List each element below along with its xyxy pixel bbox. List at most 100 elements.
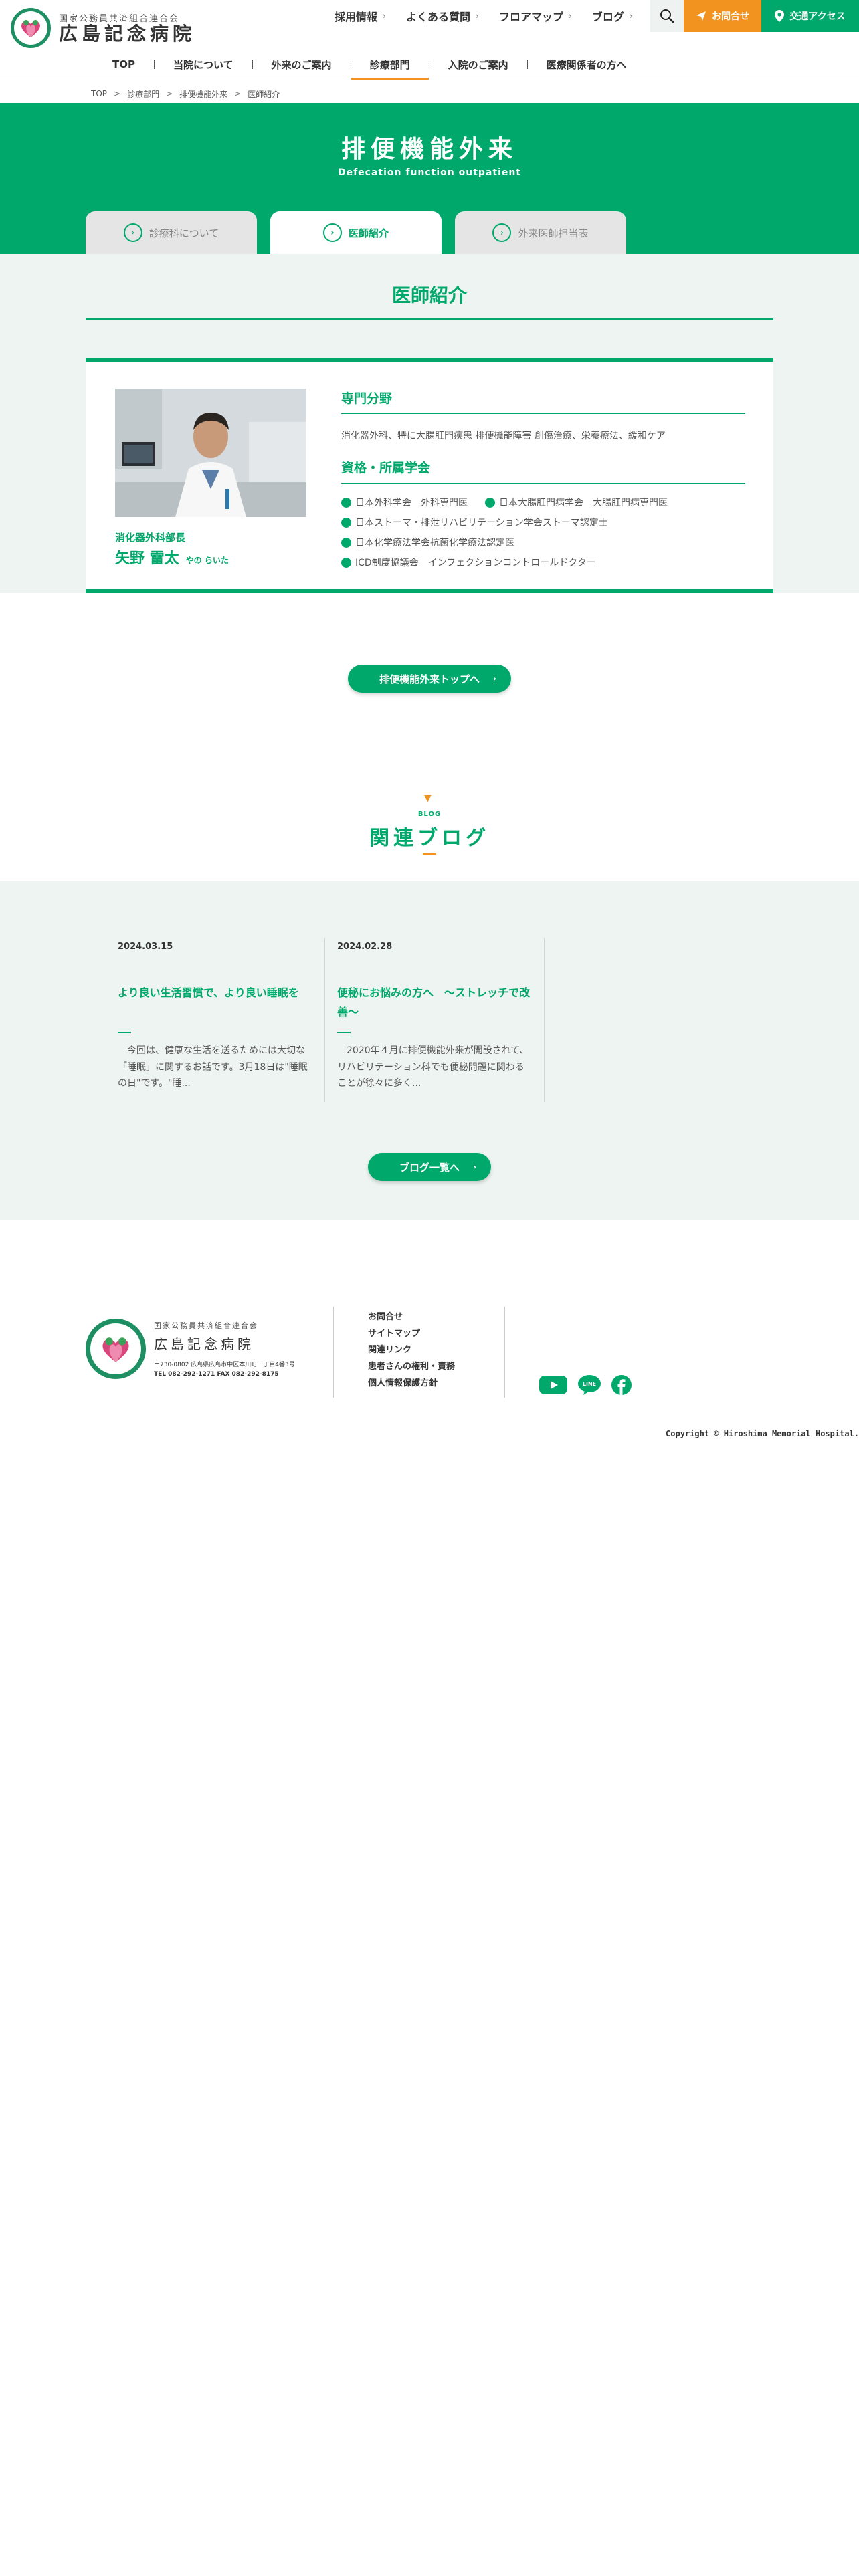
breadcrumb: TOP > 診療部門 > 排便機能外来 > 医師紹介 [91, 86, 280, 102]
access-button[interactable]: 交通アクセス [761, 0, 859, 32]
bullet-dot-icon [341, 537, 351, 548]
specialty-text: 消化器外科、特に大腸肛門疾患 排便機能障害 創傷治療、栄養療法、緩和ケア [341, 431, 666, 441]
page-hero: 排便機能外来 Defecation function outpatient › … [0, 103, 859, 254]
footer-link-sitemap[interactable]: サイトマップ [368, 1326, 455, 1343]
bullet-dot-icon [341, 497, 351, 508]
footer-divider [504, 1307, 505, 1398]
footer-link-contact[interactable]: お問合せ [368, 1309, 455, 1326]
line-icon: LINE [578, 1375, 601, 1395]
nav-medical-staff[interactable]: 医療関係者の方へ [528, 48, 646, 80]
caret-down-icon: ▼ [424, 793, 432, 804]
bullet-dot-icon [341, 557, 351, 568]
line-icon-label: LINE [583, 1381, 596, 1387]
tab-schedule[interactable]: › 外来医師担当表 [455, 211, 626, 254]
breadcrumb-separator: > [166, 89, 173, 98]
qualifications-heading: 資格・所属学会 [341, 458, 745, 484]
top-link-blog[interactable]: ブログ › [592, 8, 633, 24]
breadcrumb-departments[interactable]: 診療部門 [127, 88, 159, 100]
site-header: 国家公務員共済組合連合会 広島記念病院 採用情報 › よくある質問 › フロアマップ… [0, 0, 859, 80]
logo-title: 広島記念病院 [59, 23, 196, 45]
page-title: 排便機能外来 [341, 136, 518, 163]
blog-list: 2024.03.15 より良い生活習慣で、より良い睡眠を 今回は、健康な生活を送… [106, 938, 545, 1102]
paper-plane-icon [696, 11, 706, 21]
social-links: LINE [539, 1375, 642, 1395]
outpatient-top-button[interactable]: 排便機能外来トップへ › [348, 665, 511, 693]
blog-excerpt: 2020年４月に排便機能外来が開設されて、リハビリテーション科でも便秘問題に関わ… [337, 1045, 529, 1089]
chevron-right-icon: › [629, 11, 633, 21]
footer-link-related[interactable]: 関連リンク [368, 1342, 455, 1359]
chevron-right-icon: › [123, 223, 142, 242]
page-tabs: › 診療科について › 医師紹介 › 外来医師担当表 [86, 211, 640, 254]
top-link-floormap[interactable]: フロアマップ › [499, 8, 572, 24]
bullet-dot-icon [341, 517, 351, 528]
search-button[interactable] [650, 0, 684, 32]
doctor-photo [115, 389, 306, 517]
doctor-department: 消化器外科部長 [115, 532, 186, 544]
copyright: Copyright © Hiroshima Memorial Hospital. [666, 1429, 859, 1438]
youtube-icon [539, 1376, 567, 1394]
section-title: 医師紹介 [391, 284, 467, 306]
nav-departments[interactable]: 診療部門 [351, 48, 429, 80]
breadcrumb-defecation[interactable]: 排便機能外来 [179, 88, 227, 100]
chevron-right-icon: › [383, 11, 386, 21]
youtube-link[interactable] [539, 1376, 567, 1394]
list-item: 日本大腸肛門病学会 大腸肛門病専門医 [485, 496, 668, 509]
top-link-faq[interactable]: よくある質問 › [406, 8, 479, 24]
blog-excerpt: 今回は、健康な生活を送るためには大切な「睡眠」に関するお話です。3月18日は"睡… [118, 1045, 308, 1089]
search-icon [660, 9, 674, 23]
global-nav: TOP 当院について 外来のご案内 診療部門 入院のご案内 医療関係者の方へ [94, 48, 646, 80]
list-item: 日本化学療法学会抗菌化学療法認定医 [341, 536, 514, 549]
footer-link-privacy[interactable]: 個人情報保護方針 [368, 1376, 455, 1392]
top-link-recruit[interactable]: 採用情報 › [335, 8, 386, 24]
blog-title-underline [423, 853, 436, 855]
chevron-right-icon: › [493, 674, 496, 683]
blog-label-en: BLOG [417, 811, 442, 818]
map-pin-icon [775, 10, 785, 22]
chevron-right-icon: › [473, 1162, 476, 1172]
footer-divider [333, 1307, 334, 1398]
breadcrumb-separator: > [114, 89, 121, 98]
chevron-right-icon: › [492, 223, 512, 242]
nav-outpatient[interactable]: 外来のご案内 [253, 48, 351, 80]
footer-logo[interactable]: 国家公務員共済組合連合会 広島記念病院 〒730-0802 広島県広島市中区本川… [86, 1319, 295, 1379]
blog-section-title: 関連ブログ [369, 827, 490, 850]
doctor-name: 矢野 雷太 やの らいた [115, 550, 229, 567]
footer-phone: TEL 082-292-1271 FAX 082-292-8175 [154, 1371, 279, 1378]
list-item: 日本ストーマ・排泄リハビリテーション学会ストーマ認定士 [341, 516, 608, 529]
line-link[interactable]: LINE [578, 1375, 601, 1395]
blog-list-button[interactable]: ブログ一覧へ › [368, 1153, 491, 1181]
footer-address: 〒730-0802 広島県広島市中区本川町一丁目4番3号 [154, 1362, 295, 1368]
chevron-right-icon: › [322, 223, 342, 242]
tab-about-department[interactable]: › 診療科について [86, 211, 257, 254]
footer-links: お問合せ サイトマップ 関連リンク 患者さんの権利・責務 個人情報保護方針 [368, 1309, 455, 1392]
contact-button[interactable]: お問合せ [684, 0, 761, 32]
doctor-name-kana: やの らいた [185, 556, 229, 565]
nav-inpatient[interactable]: 入院のご案内 [430, 48, 527, 80]
footer-link-patient-rights[interactable]: 患者さんの権利・責務 [368, 1359, 455, 1376]
tab-doctors[interactable]: › 医師紹介 [270, 211, 442, 254]
list-item: 日本外科学会 外科専門医 [341, 496, 468, 509]
blog-date: 2024.02.28 [337, 942, 393, 952]
blog-card[interactable]: 2024.02.28 便秘にお悩みの方へ ～ストレッチで改善～ 2020年４月に… [325, 938, 545, 1102]
nav-top[interactable]: TOP [94, 48, 154, 80]
breadcrumb-top[interactable]: TOP [91, 89, 107, 98]
nav-about[interactable]: 当院について [155, 48, 252, 80]
footer-logo-title: 広島記念病院 [154, 1336, 254, 1352]
hospital-logo-icon [11, 8, 51, 48]
blog-section: 2024.03.15 より良い生活習慣で、より良い睡眠を 今回は、健康な生活を送… [0, 881, 859, 1220]
footer-logo-subtitle: 国家公務員共済組合連合会 [154, 1321, 258, 1330]
blog-divider [118, 1032, 131, 1033]
blog-title: 便秘にお悩みの方へ ～ストレッチで改善～ [337, 986, 531, 1018]
bullet-dot-icon [485, 497, 495, 508]
breadcrumb-current: 医師紹介 [248, 89, 280, 99]
chevron-right-icon: › [568, 11, 572, 21]
facebook-link[interactable] [611, 1375, 632, 1395]
blog-divider [337, 1032, 351, 1033]
utility-nav: 採用情報 › よくある質問 › フロアマップ › ブログ › [335, 0, 653, 32]
site-logo[interactable]: 国家公務員共済組合連合会 広島記念病院 [11, 8, 195, 48]
blog-card[interactable]: 2024.03.15 より良い生活習慣で、より良い睡眠を 今回は、健康な生活を送… [106, 938, 325, 1102]
site-footer: 国家公務員共済組合連合会 広島記念病院 〒730-0802 広島県広島市中区本川… [0, 1220, 859, 2576]
doctor-card: 消化器外科部長 矢野 雷太 やの らいた 専門分野 消化器外科、特に大腸肛門疾患… [86, 358, 773, 593]
hospital-logo-icon [86, 1319, 146, 1379]
blog-date: 2024.03.15 [118, 942, 173, 952]
